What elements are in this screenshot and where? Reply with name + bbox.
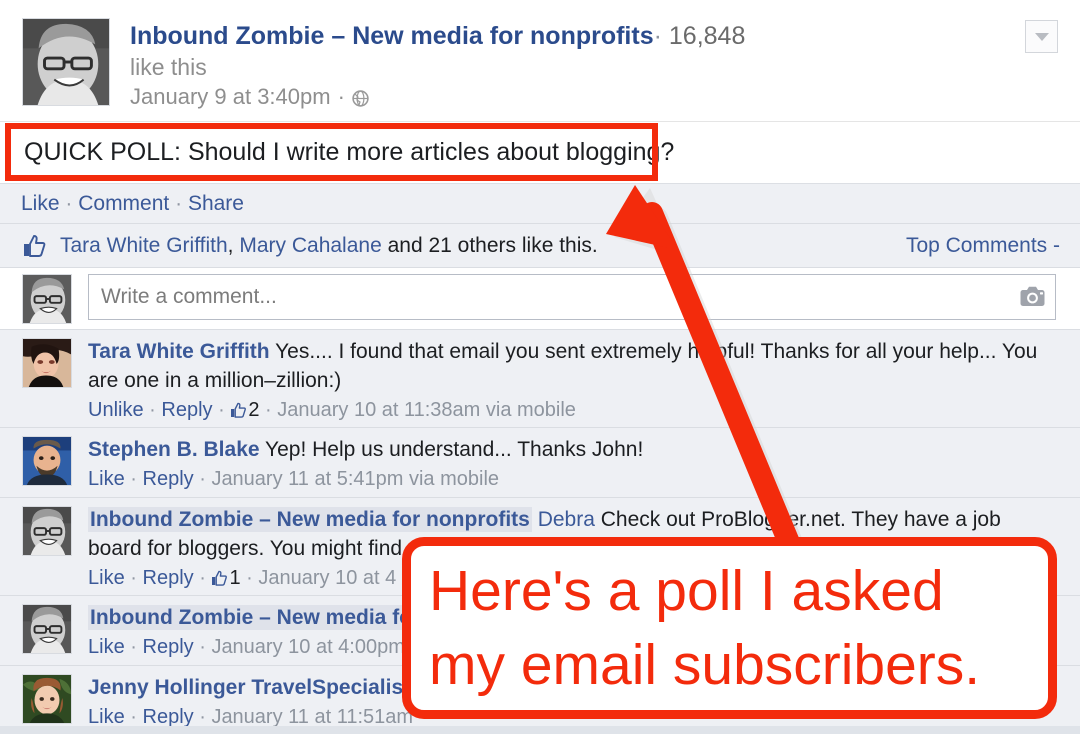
comment-timestamp[interactable]: January 10 at 4:00pm bbox=[211, 636, 404, 658]
sep: · bbox=[265, 399, 272, 421]
likers-others[interactable]: 21 others bbox=[428, 234, 516, 257]
comment-like-count: 2 bbox=[248, 399, 260, 421]
comment-mention[interactable]: Debra bbox=[538, 508, 595, 531]
comment-body: Stephen B. Blake Yep! Help us understand… bbox=[88, 435, 1060, 493]
facebook-post-screenshot: Inbound Zombie – New media for nonprofit… bbox=[0, 0, 1080, 734]
page-like-count: 16,848 bbox=[668, 22, 746, 50]
callout-line-1: Here's a poll I asked bbox=[429, 559, 944, 623]
comment-reply-button[interactable]: Reply bbox=[143, 706, 194, 728]
comment-author[interactable]: Stephen B. Blake bbox=[88, 438, 260, 461]
comment-timestamp[interactable]: January 10 at 11:38am via mobile bbox=[277, 399, 576, 421]
comment-like-count: 1 bbox=[229, 567, 241, 589]
sep: · bbox=[199, 636, 206, 658]
likers-row: Tara White Griffith, Mary Cahalane and 2… bbox=[0, 223, 1080, 267]
comment-like-button[interactable]: Unlike bbox=[88, 399, 144, 421]
sep: · bbox=[130, 567, 137, 589]
camera-icon[interactable] bbox=[1020, 286, 1045, 307]
sep: · bbox=[130, 468, 137, 490]
thumbs-up-icon bbox=[211, 570, 228, 586]
post-header: Inbound Zombie – New media for nonprofit… bbox=[0, 0, 1080, 121]
likers-and: and bbox=[381, 234, 429, 257]
comment-actions: Like · Reply · January 11 at 5:41pm via … bbox=[88, 465, 1060, 493]
comment-author[interactable]: Tara White Griffith bbox=[88, 340, 270, 363]
share-button[interactable]: Share bbox=[188, 192, 244, 215]
sep: · bbox=[246, 567, 253, 589]
comment-message: Yep! Help us understand... Thanks John! bbox=[259, 438, 644, 461]
comment-like-button[interactable]: Like bbox=[88, 468, 125, 490]
comment-input-wrapper[interactable]: Write a comment... bbox=[88, 274, 1056, 320]
sep: · bbox=[130, 636, 137, 658]
callout-line-2: my email subscribers. bbox=[429, 633, 981, 697]
likers-suffix: like this. bbox=[516, 234, 598, 257]
comment-reply-button[interactable]: Reply bbox=[161, 399, 212, 421]
like-this-text: like this bbox=[130, 54, 207, 80]
comment-button[interactable]: Comment bbox=[78, 192, 169, 215]
comment-actions: Unlike · Reply · 2 · January 10 at 11:38… bbox=[88, 396, 1060, 424]
sep: · bbox=[218, 399, 225, 421]
top-comments-label: Top Comments bbox=[905, 234, 1048, 257]
likers-text: Tara White Griffith, Mary Cahalane and 2… bbox=[60, 233, 598, 259]
byline-separator: · bbox=[653, 22, 662, 50]
page-avatar[interactable] bbox=[22, 18, 110, 106]
comment-author[interactable]: Inbound Zombie – New media fo bbox=[88, 605, 415, 630]
comment-reply-button[interactable]: Reply bbox=[143, 468, 194, 490]
post-actions-row: Like · Comment · Share bbox=[0, 183, 1080, 223]
post-timestamp-row: January 9 at 3:40pm · bbox=[130, 82, 1010, 112]
timestamp-separator: · bbox=[337, 84, 345, 109]
post-byline: Inbound Zombie – New media for nonprofit… bbox=[130, 20, 1010, 52]
comment-input-placeholder: Write a comment... bbox=[101, 285, 277, 308]
comment-author[interactable]: Jenny Hollinger TravelSpecialist bbox=[88, 676, 410, 699]
chevron-down-icon bbox=[1034, 32, 1049, 41]
sep: · bbox=[149, 399, 156, 421]
post-timestamp[interactable]: January 9 at 3:40pm bbox=[130, 82, 331, 112]
liker-name-2[interactable]: Mary Cahalane bbox=[239, 234, 381, 257]
comment-author[interactable]: Inbound Zombie – New media for nonprofit… bbox=[88, 507, 532, 532]
annotation-callout: Here's a poll I asked my email subscribe… bbox=[402, 537, 1057, 719]
top-comments-sort-dropdown[interactable]: Top Comments - bbox=[906, 233, 1060, 259]
like-button[interactable]: Like bbox=[21, 192, 60, 215]
avatar[interactable] bbox=[22, 506, 72, 556]
comment-item: Stephen B. Blake Yep! Help us understand… bbox=[0, 427, 1080, 497]
sep: · bbox=[130, 706, 137, 728]
globe-icon bbox=[352, 89, 369, 107]
comment-like-button[interactable]: Like bbox=[88, 706, 125, 728]
comment-reply-button[interactable]: Reply bbox=[143, 636, 194, 658]
comment-like-button[interactable]: Like bbox=[88, 567, 125, 589]
likers-comma: , bbox=[227, 234, 240, 257]
comment-like-button[interactable]: Like bbox=[88, 636, 125, 658]
comment-timestamp[interactable]: January 11 at 11:51am bbox=[211, 706, 413, 728]
post-message-text: QUICK POLL: Should I write more articles… bbox=[24, 138, 675, 166]
comment-text: Tara White Griffith Yes.... I found that… bbox=[88, 337, 1060, 395]
liker-name-1[interactable]: Tara White Griffith bbox=[60, 234, 228, 257]
comment-item: Tara White Griffith Yes.... I found that… bbox=[0, 329, 1080, 427]
thumbs-up-icon bbox=[22, 234, 46, 257]
composer-avatar bbox=[22, 274, 72, 324]
thumbs-up-icon bbox=[230, 402, 247, 418]
comment-timestamp[interactable]: January 11 at 5:41pm via mobile bbox=[211, 468, 499, 490]
comment-composer-row: Write a comment... bbox=[0, 267, 1080, 329]
sep: · bbox=[199, 706, 206, 728]
sep: · bbox=[199, 468, 206, 490]
comment-reply-button[interactable]: Reply bbox=[143, 567, 194, 589]
avatar[interactable] bbox=[22, 674, 72, 724]
avatar[interactable] bbox=[22, 338, 72, 388]
post-options-button[interactable] bbox=[1025, 20, 1058, 53]
bottom-edge-strip bbox=[0, 726, 1080, 734]
action-separator-1: · bbox=[65, 192, 73, 215]
comment-timestamp[interactable]: January 10 at 4 bbox=[258, 567, 396, 589]
comment-body: Tara White Griffith Yes.... I found that… bbox=[88, 337, 1060, 424]
sep: · bbox=[199, 567, 206, 589]
avatar[interactable] bbox=[22, 604, 72, 654]
post-actions: Like · Comment · Share bbox=[21, 191, 244, 217]
comment-text: Stephen B. Blake Yep! Help us understand… bbox=[88, 435, 1060, 464]
post-header-text: Inbound Zombie – New media for nonprofit… bbox=[130, 20, 1010, 112]
page-name-link[interactable]: Inbound Zombie – New media for nonprofit… bbox=[130, 22, 654, 50]
avatar[interactable] bbox=[22, 436, 72, 486]
chevron-down-icon: - bbox=[1053, 234, 1060, 257]
post-body: QUICK POLL: Should I write more articles… bbox=[0, 121, 1080, 183]
action-separator-2: · bbox=[175, 192, 183, 215]
